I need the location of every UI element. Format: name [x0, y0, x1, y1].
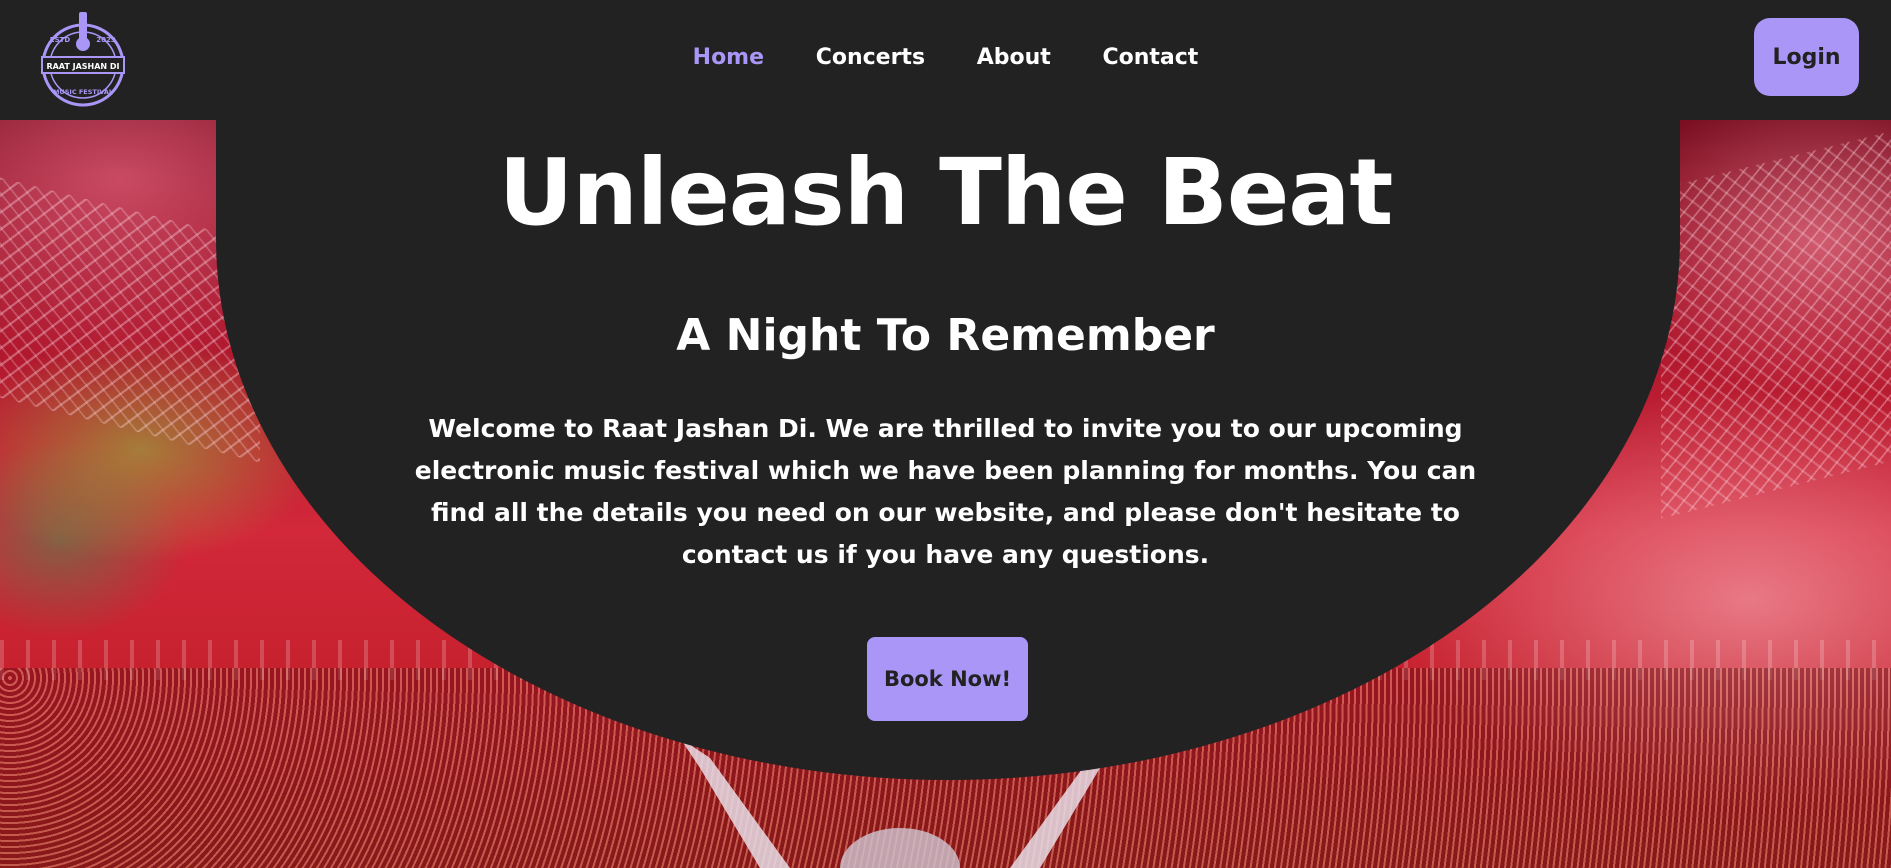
login-button[interactable]: Login	[1754, 18, 1859, 96]
page: RAAT JASHAN DI ESTD 2023 MUSIC FESTIVAL …	[0, 0, 1891, 868]
nav-item-about[interactable]: About	[977, 40, 1051, 76]
hero-title: Unleash The Beat	[498, 139, 1394, 246]
hero-subtitle: A Night To Remember	[676, 310, 1215, 361]
nav-item-home[interactable]: Home	[693, 40, 764, 76]
guitar-badge-icon[interactable]: RAAT JASHAN DI ESTD 2023 MUSIC FESTIVAL	[38, 10, 128, 108]
nav-item-concerts[interactable]: Concerts	[816, 40, 925, 76]
site-header: RAAT JASHAN DI ESTD 2023 MUSIC FESTIVAL …	[0, 0, 1891, 120]
book-now-button[interactable]: Book Now!	[867, 637, 1028, 721]
logo-center-text: RAAT JASHAN DI	[46, 62, 119, 71]
main-nav: Home Concerts About Contact	[0, 40, 1891, 76]
hero-description: Welcome to Raat Jashan Di. We are thrill…	[414, 414, 1477, 569]
logo-top-right-text: 2023	[96, 36, 116, 44]
logo-top-left-text: ESTD	[50, 36, 71, 44]
nav-item-contact[interactable]: Contact	[1102, 40, 1198, 76]
logo-bottom-text: MUSIC FESTIVAL	[53, 88, 113, 96]
